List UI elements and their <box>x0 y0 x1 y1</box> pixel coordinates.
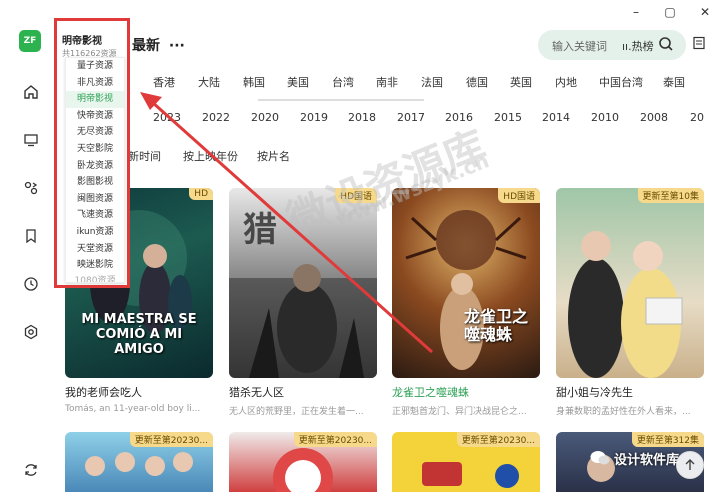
wechat-badge: 设计软件库 <box>590 447 679 469</box>
wechat-label: 设计软件库 <box>614 452 680 468</box>
arrow-up-icon <box>685 459 695 470</box>
annotation-arrow <box>140 92 433 354</box>
back-to-top-button[interactable] <box>676 451 704 479</box>
wechat-icon <box>590 451 610 465</box>
